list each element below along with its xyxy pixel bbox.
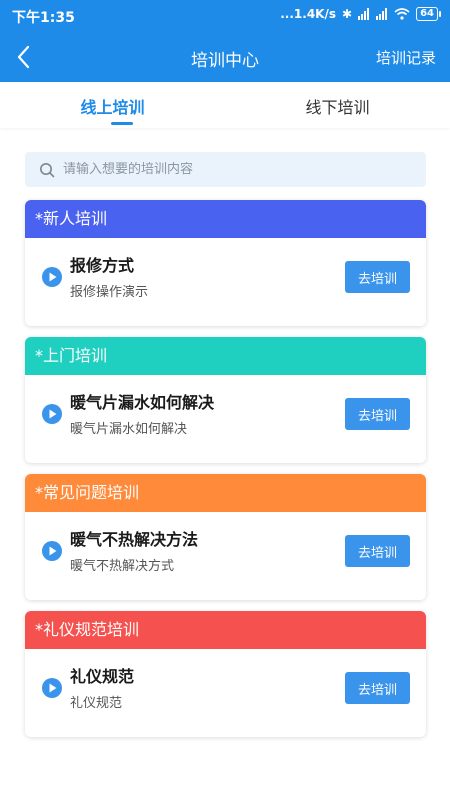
training-section-card: *常见问题培训 暖气不热解决方法 暖气不热解决方式 去培训 bbox=[25, 474, 426, 600]
item-subtitle: 礼仪规范 bbox=[70, 696, 123, 711]
tab-indicator bbox=[111, 122, 133, 125]
training-item: 报修方式 报修操作演示 去培训 bbox=[25, 238, 426, 326]
signal-icon bbox=[358, 8, 370, 20]
signal-icon-2 bbox=[376, 8, 388, 20]
status-time: 下午1:35 bbox=[12, 10, 75, 26]
item-title: 报修方式 bbox=[70, 256, 135, 275]
battery-icon: 64 bbox=[416, 7, 441, 21]
search-input[interactable] bbox=[63, 162, 393, 177]
training-section-card: *上门培训 暖气片漏水如何解决 暖气片漏水如何解决 去培训 bbox=[25, 337, 426, 463]
search-bar[interactable] bbox=[25, 152, 426, 187]
go-training-button[interactable]: 去培训 bbox=[345, 535, 410, 567]
section-heading: *上门培训 bbox=[25, 337, 426, 375]
item-subtitle: 报修操作演示 bbox=[70, 285, 149, 300]
bluetooth-icon: ✱ bbox=[342, 7, 353, 21]
training-section-card: *礼仪规范培训 礼仪规范 礼仪规范 去培训 bbox=[25, 611, 426, 737]
play-circle-icon[interactable] bbox=[42, 404, 62, 424]
training-section-card: *新人培训 报修方式 报修操作演示 去培训 bbox=[25, 200, 426, 326]
section-heading: *常见问题培训 bbox=[25, 474, 426, 512]
status-bar: 下午1:35 ...1.4K/s ✱ 64 bbox=[0, 0, 450, 32]
app-header: 下午1:35 ...1.4K/s ✱ 64 培训中心 培训记录 bbox=[0, 0, 450, 82]
training-item: 礼仪规范 礼仪规范 去培训 bbox=[25, 649, 426, 737]
item-subtitle: 暖气片漏水如何解决 bbox=[70, 422, 188, 437]
item-subtitle: 暖气不热解决方式 bbox=[70, 559, 175, 574]
training-item: 暖气不热解决方法 暖气不热解决方式 去培训 bbox=[25, 512, 426, 600]
play-circle-icon[interactable] bbox=[42, 267, 62, 287]
section-heading: *礼仪规范培训 bbox=[25, 611, 426, 649]
tab-bar: 线上培训 线下培训 bbox=[0, 82, 450, 128]
network-speed: ...1.4K/s bbox=[280, 7, 337, 21]
section-heading: *新人培训 bbox=[25, 200, 426, 238]
item-title: 暖气不热解决方法 bbox=[70, 530, 199, 549]
tab-online-training[interactable]: 线上培训 bbox=[0, 94, 225, 118]
item-title: 暖气片漏水如何解决 bbox=[70, 393, 215, 412]
go-training-button[interactable]: 去培训 bbox=[345, 672, 410, 704]
training-item: 暖气片漏水如何解决 暖气片漏水如何解决 去培训 bbox=[25, 375, 426, 463]
search-icon bbox=[40, 162, 55, 177]
wifi-icon bbox=[394, 8, 410, 20]
training-records-button[interactable]: 培训记录 bbox=[376, 47, 436, 68]
play-circle-icon[interactable] bbox=[42, 541, 62, 561]
tab-offline-training[interactable]: 线下培训 bbox=[225, 94, 450, 118]
status-indicators: ...1.4K/s ✱ 64 bbox=[274, 7, 441, 21]
item-title: 礼仪规范 bbox=[70, 667, 135, 686]
go-training-button[interactable]: 去培训 bbox=[345, 398, 410, 430]
nav-bar: 培训中心 培训记录 bbox=[0, 32, 450, 82]
go-training-button[interactable]: 去培训 bbox=[345, 261, 410, 293]
play-circle-icon[interactable] bbox=[42, 678, 62, 698]
